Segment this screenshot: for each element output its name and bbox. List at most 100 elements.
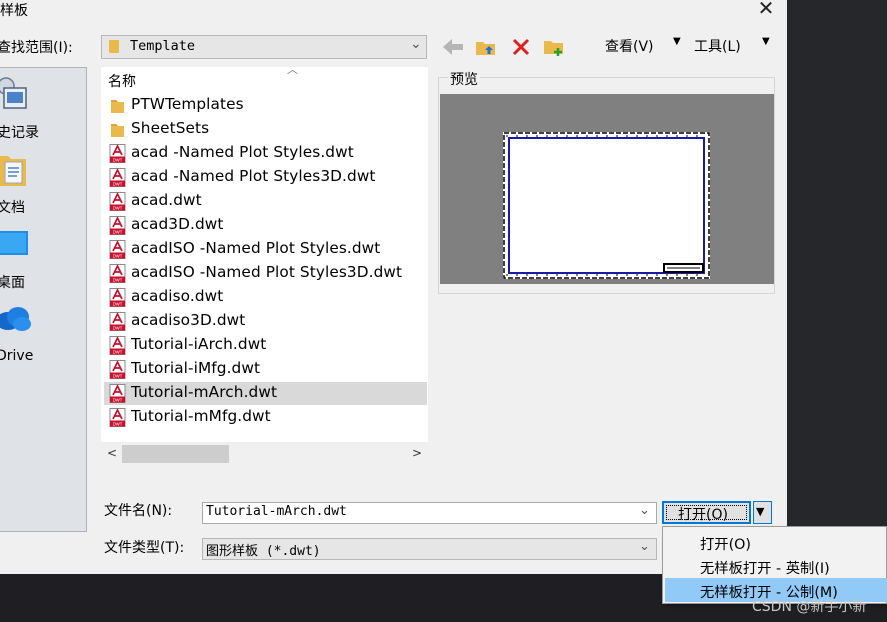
- dwt-file-icon: DWT: [109, 216, 126, 235]
- view-menu[interactable]: 查看(V): [605, 36, 654, 56]
- tools-menu[interactable]: 工具(L): [694, 36, 741, 56]
- file-row[interactable]: DWT acadISO -Named Plot Styles3D.dwt: [104, 262, 427, 285]
- lookin-combobox[interactable]: Template ⌄: [101, 35, 427, 59]
- triangle-down-icon: ▼: [756, 505, 765, 518]
- file-name: acadISO -Named Plot Styles.dwt: [131, 239, 381, 257]
- place-documents-label[interactable]: 文档: [0, 197, 25, 217]
- file-name: Tutorial-iMfg.dwt: [131, 359, 261, 377]
- filetype-value: 图形样板 (*.dwt): [206, 544, 321, 559]
- view-menu-arrow-icon[interactable]: ▼: [673, 36, 681, 47]
- folder-row[interactable]: PTWTemplates: [104, 94, 427, 117]
- dwt-file-icon: DWT: [109, 192, 126, 211]
- open-button[interactable]: 打开(O): [662, 501, 751, 524]
- dwt-icon-label: DWT: [113, 326, 123, 331]
- dwt-icon-label: DWT: [113, 182, 123, 187]
- file-row[interactable]: DWT Tutorial-mMfg.dwt: [104, 406, 427, 429]
- dwt-icon-label: DWT: [113, 350, 123, 355]
- file-row[interactable]: DWT Tutorial-mArch.dwt: [104, 382, 427, 405]
- file-row[interactable]: DWT acad3D.dwt: [104, 214, 427, 237]
- file-row[interactable]: DWT Tutorial-iArch.dwt: [104, 334, 427, 357]
- file-name: Tutorial-mMfg.dwt: [131, 407, 271, 425]
- dwt-file-icon: DWT: [109, 408, 126, 427]
- open-dropdown-button[interactable]: ▼: [753, 501, 772, 524]
- file-name: acad3D.dwt: [131, 215, 224, 233]
- chevron-down-icon[interactable]: ⌄: [639, 503, 650, 518]
- documents-icon[interactable]: [0, 150, 28, 188]
- dwt-icon-label: DWT: [113, 206, 123, 211]
- dwt-file-icon: DWT: [109, 384, 126, 403]
- dwt-icon-label: DWT: [113, 302, 123, 307]
- file-name: Tutorial-iArch.dwt: [131, 335, 267, 353]
- file-name: acadISO -Named Plot Styles3D.dwt: [131, 263, 403, 281]
- close-button[interactable]: ✕: [754, 0, 778, 20]
- place-history-label[interactable]: 史记录: [0, 122, 39, 142]
- file-name: Tutorial-mArch.dwt: [131, 383, 278, 401]
- chevron-down-icon[interactable]: ⌄: [410, 36, 422, 52]
- dwt-file-icon: DWT: [109, 264, 126, 283]
- scroll-left-icon[interactable]: <: [107, 446, 117, 460]
- dialog-title: 样板: [0, 3, 28, 19]
- tools-menu-arrow-icon[interactable]: ▼: [762, 36, 770, 47]
- lookin-value: Template: [130, 38, 196, 54]
- file-name: acad -Named Plot Styles3D.dwt: [131, 167, 376, 185]
- menu-item-open[interactable]: 打开(O): [665, 530, 887, 554]
- scroll-right-icon[interactable]: >: [412, 446, 422, 460]
- up-folder-icon[interactable]: [475, 37, 497, 57]
- delete-icon[interactable]: [510, 37, 532, 57]
- dwt-icon-label: DWT: [113, 254, 123, 259]
- watermark: CSDN @新手小新: [752, 599, 867, 615]
- folder-icon: [109, 40, 119, 53]
- filename-input[interactable]: Tutorial-mArch.dwt ⌄: [202, 502, 657, 524]
- scrollbar-thumb[interactable]: [122, 445, 229, 463]
- dwt-file-icon: DWT: [109, 312, 126, 331]
- menu-item-label: 无样板打开 - 英制(I): [700, 561, 830, 577]
- file-row[interactable]: DWT Tutorial-iMfg.dwt: [104, 358, 427, 381]
- dwt-file-icon: DWT: [109, 336, 126, 355]
- dwt-icon-label: DWT: [113, 230, 123, 235]
- folder-icon: [111, 124, 124, 137]
- dwt-file-icon: DWT: [109, 168, 126, 187]
- column-header-name[interactable]: 名称: [108, 71, 136, 91]
- open-button-label: 打开(O): [678, 507, 728, 523]
- new-folder-icon[interactable]: [543, 37, 565, 57]
- preview-drawing-image: [503, 132, 710, 279]
- file-row[interactable]: DWT acad -Named Plot Styles.dwt: [104, 142, 427, 165]
- place-desktop-label[interactable]: 桌面: [0, 272, 25, 292]
- preview-label: 预览: [448, 69, 480, 89]
- menu-item-open-no-template-imperial[interactable]: 无样板打开 - 英制(I): [665, 554, 887, 578]
- file-name: acadiso3D.dwt: [131, 311, 246, 329]
- folder-row[interactable]: SheetSets: [104, 118, 427, 141]
- file-row[interactable]: DWT acad -Named Plot Styles3D.dwt: [104, 166, 427, 189]
- lookin-label: 查找范围(I):: [0, 40, 73, 56]
- file-name: SheetSets: [131, 119, 210, 137]
- dwt-file-icon: DWT: [109, 144, 126, 163]
- history-icon[interactable]: [0, 74, 30, 110]
- file-row[interactable]: DWT acadiso.dwt: [104, 286, 427, 309]
- file-name: acad -Named Plot Styles.dwt: [131, 143, 354, 161]
- filename-value: Tutorial-mArch.dwt: [206, 504, 347, 519]
- desktop-icon[interactable]: [0, 228, 30, 260]
- file-row[interactable]: DWT acadiso3D.dwt: [104, 310, 427, 333]
- file-row[interactable]: DWT acadISO -Named Plot Styles.dwt: [104, 238, 427, 261]
- sort-ascending-icon: ︿: [287, 63, 298, 76]
- chevron-down-icon[interactable]: ⌄: [639, 539, 650, 554]
- folder-icon: [111, 100, 124, 113]
- open-options-menu: 打开(O) 无样板打开 - 英制(I) 无样板打开 - 公制(M): [662, 526, 887, 604]
- file-name: acad.dwt: [131, 191, 202, 209]
- back-icon[interactable]: [441, 37, 465, 57]
- dwt-icon-label: DWT: [113, 398, 123, 403]
- filetype-label: 文件类型(T):: [104, 540, 185, 556]
- menu-item-label: 打开(O): [700, 537, 752, 553]
- background-window-right: [787, 0, 887, 574]
- filetype-combobox[interactable]: 图形样板 (*.dwt) ⌄: [202, 538, 657, 560]
- dwt-icon-label: DWT: [113, 422, 123, 427]
- file-name: acadiso.dwt: [131, 287, 224, 305]
- file-row[interactable]: DWT acad.dwt: [104, 190, 427, 213]
- onedrive-icon[interactable]: [0, 303, 32, 333]
- dwt-file-icon: DWT: [109, 240, 126, 259]
- horizontal-scrollbar[interactable]: < >: [101, 442, 428, 467]
- place-onedrive-label[interactable]: Drive: [0, 348, 33, 364]
- dwt-icon-label: DWT: [113, 158, 123, 163]
- filename-label: 文件名(N):: [104, 503, 173, 519]
- dwt-icon-label: DWT: [113, 278, 123, 283]
